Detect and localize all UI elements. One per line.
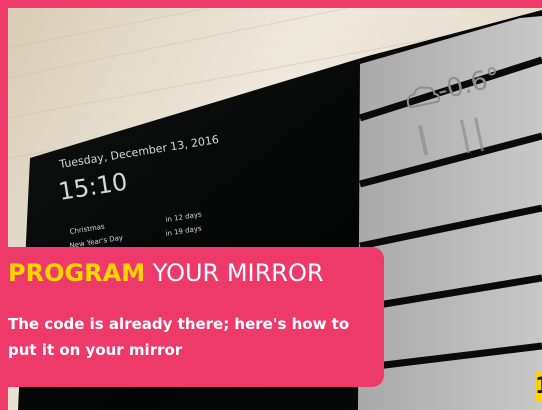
step-number-badge: 1 xyxy=(535,372,542,402)
title-rest: YOUR MIRROR xyxy=(145,259,324,287)
title-highlight: PROGRAM xyxy=(8,259,146,287)
title-overlay: PROGRAM YOUR MIRROR The code is already … xyxy=(0,247,384,387)
page-title: PROGRAM YOUR MIRROR xyxy=(8,259,324,287)
page-subtitle: The code is already there; here's how to… xyxy=(8,315,350,359)
